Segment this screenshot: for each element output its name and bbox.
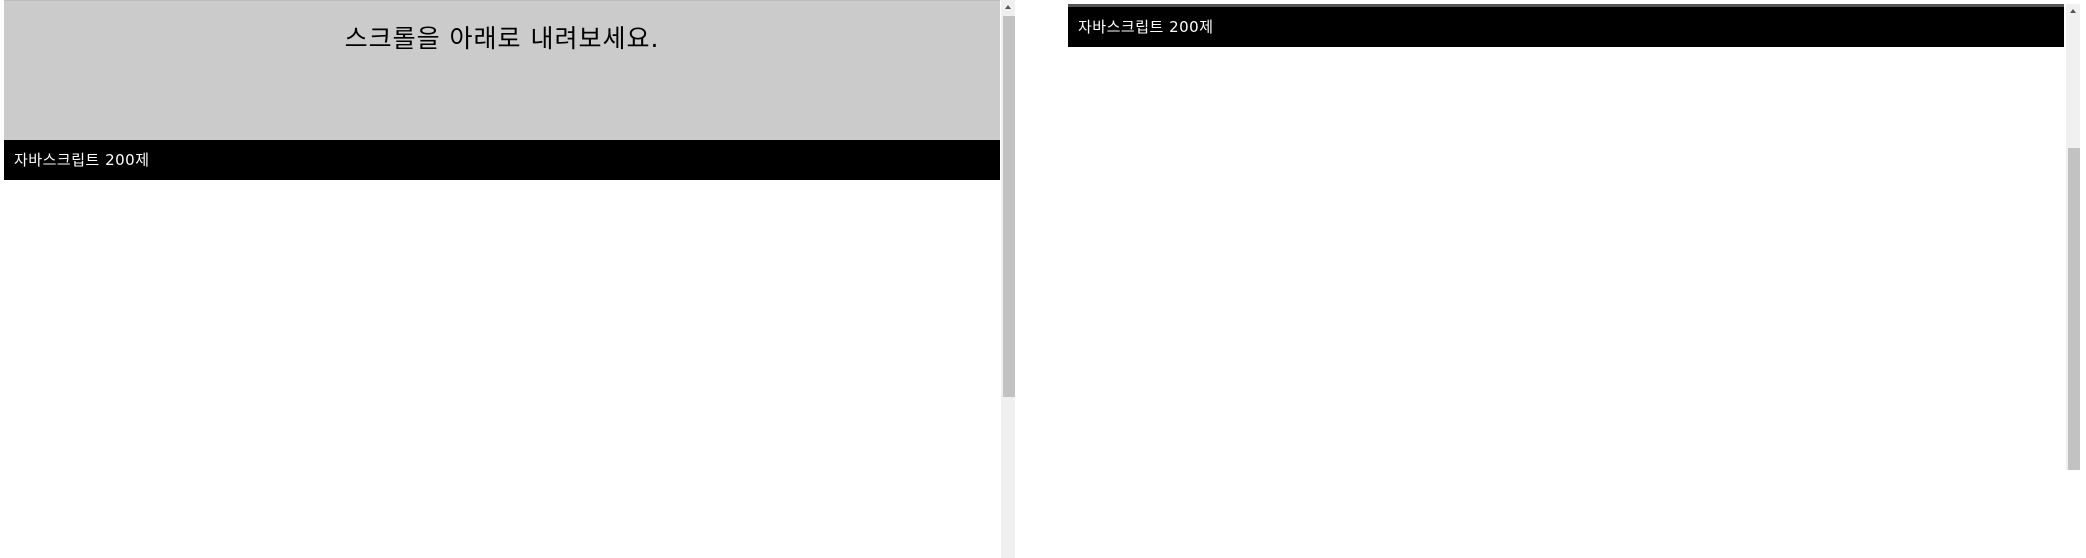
left-scroll-thumb[interactable] [1003,16,1015,397]
sticky-nav-bar: 자바스크립트 200제 [1068,7,2064,47]
left-page-viewport: 스크롤을 아래로 내려보세요. 자바스크립트 200제 [4,0,1000,558]
nav-bar: 자바스크립트 200제 [4,140,1000,180]
left-vertical-scrollbar[interactable] [1001,0,1015,558]
scroll-up-arrow-icon[interactable] [2066,4,2080,18]
left-browser-frame: 스크롤을 아래로 내려보세요. 자바스크립트 200제 [0,0,1016,558]
screenshot-stage: 스크롤을 아래로 내려보세요. 자바스크립트 200제 자바스크립트 200제 [0,0,2086,558]
right-page-viewport: 자바스크립트 200제 [1068,4,2064,470]
gray-header-section: 스크롤을 아래로 내려보세요. [4,0,1000,140]
scroll-instruction-title: 스크롤을 아래로 내려보세요. [344,24,660,53]
scroll-up-arrow-icon[interactable] [1001,0,1015,14]
right-vertical-scrollbar[interactable] [2066,4,2080,470]
right-scroll-thumb[interactable] [2068,148,2080,470]
